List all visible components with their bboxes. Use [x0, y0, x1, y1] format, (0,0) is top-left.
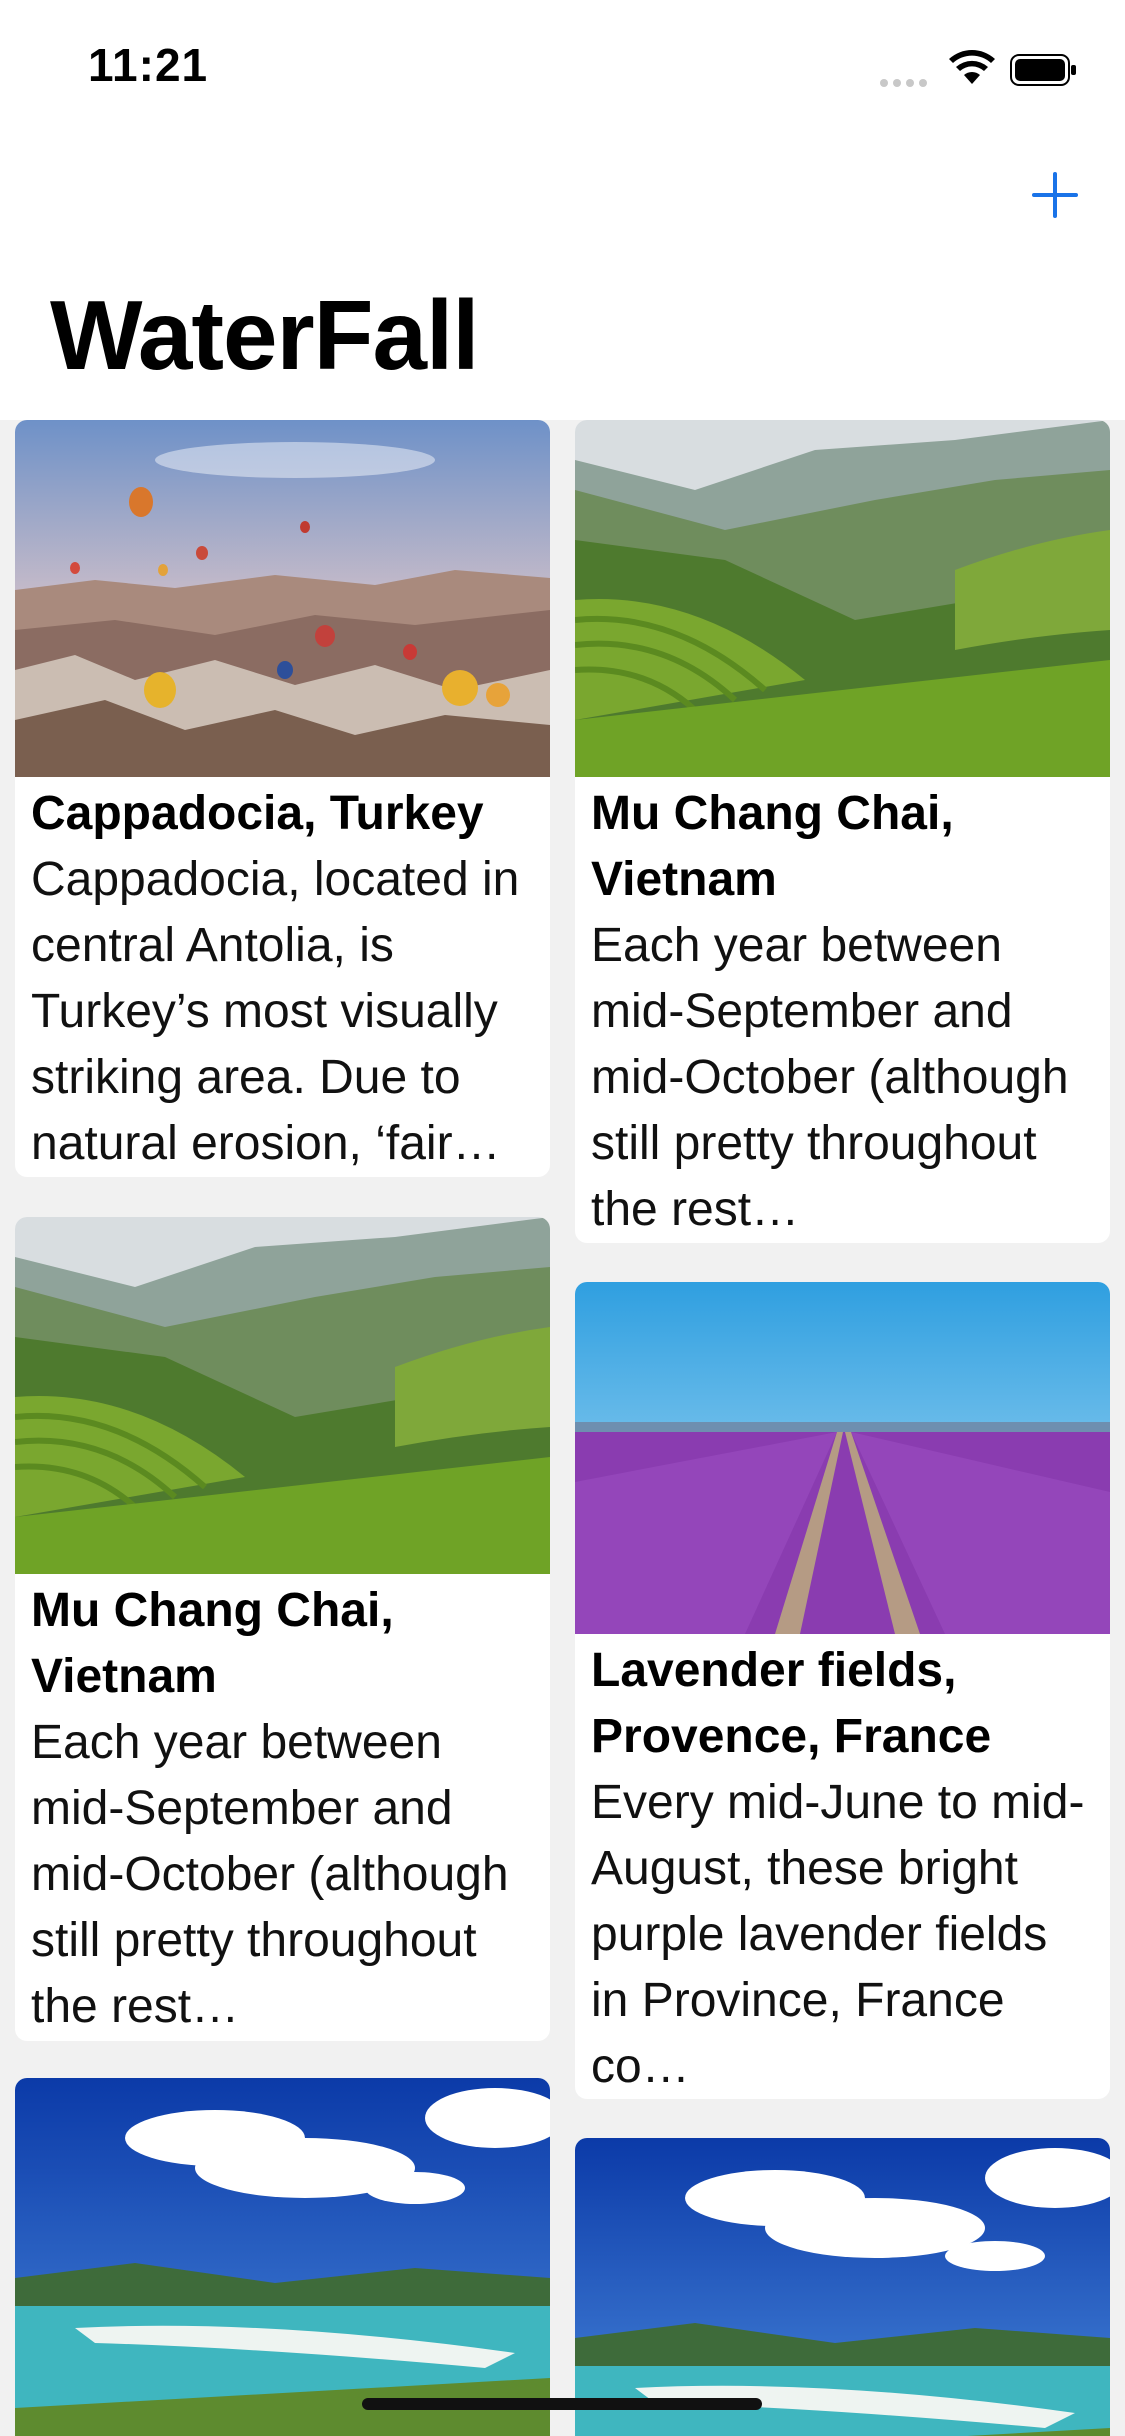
card-lavender-fields[interactable]: Lavender fields, Provence, France Every …: [575, 1282, 1110, 2099]
card-image-mu-chang-chai: [15, 1217, 550, 1574]
plus-icon: [1032, 172, 1078, 218]
card-image-cappadocia: [15, 420, 550, 777]
card-image-mu-chang-chai: [575, 420, 1110, 777]
card-description: Cappadocia, located in central Antolia, …: [31, 853, 520, 1170]
battery-icon: [1010, 54, 1076, 86]
card-image-beach: [15, 2078, 550, 2436]
card-beach[interactable]: [15, 2078, 550, 2436]
card-image-lavender: [575, 1282, 1110, 1634]
card-title: Mu Chang Chai, Vietnam: [31, 1584, 394, 1703]
status-time: 11:21: [88, 39, 209, 91]
home-indicator[interactable]: [362, 2398, 762, 2410]
card-title: Mu Chang Chai, Vietnam: [591, 787, 954, 906]
wifi-icon: [949, 50, 995, 84]
card-beach[interactable]: [575, 2138, 1110, 2436]
page-title: WaterFall: [50, 280, 479, 390]
status-bar: 11:21: [0, 0, 1125, 132]
card-description: Every mid-June to mid-August, these brig…: [591, 1776, 1085, 2093]
card-image-beach: [575, 2138, 1110, 2436]
card-title: Lavender fields, Provence, France: [591, 1644, 992, 1763]
waterfall-grid[interactable]: Cappadocia, Turkey Cappadocia, located i…: [0, 420, 1125, 2436]
card-description: Each year between mid-September and mid-…: [31, 1716, 509, 2033]
cellular-signal-icon: [880, 74, 932, 92]
card-title: Cappadocia, Turkey: [31, 787, 484, 840]
add-button[interactable]: [1030, 170, 1080, 220]
card-mu-chang-chai[interactable]: Mu Chang Chai, Vietnam Each year between…: [575, 420, 1110, 1243]
card-description: Each year between mid-September and mid-…: [591, 919, 1069, 1236]
card-cappadocia[interactable]: Cappadocia, Turkey Cappadocia, located i…: [15, 420, 550, 1177]
card-mu-chang-chai[interactable]: Mu Chang Chai, Vietnam Each year between…: [15, 1217, 550, 2041]
